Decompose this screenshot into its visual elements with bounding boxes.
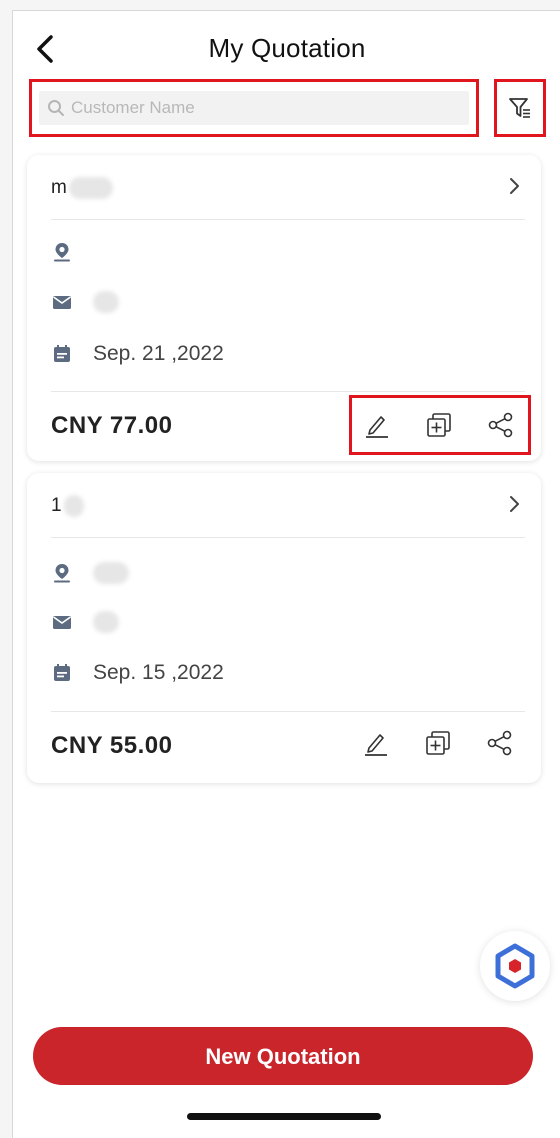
copy-add-icon <box>426 731 450 755</box>
customer-name: m <box>51 177 113 199</box>
floating-assistant-button[interactable] <box>480 931 550 1001</box>
hexagon-logo-icon <box>495 943 535 989</box>
edit-button[interactable] <box>361 728 391 758</box>
page-title: My Quotation <box>208 33 366 63</box>
card-header[interactable]: m <box>51 155 525 220</box>
search-bar <box>29 79 479 137</box>
action-group <box>345 712 525 782</box>
mail-icon <box>53 616 71 629</box>
redacted-text <box>68 177 113 199</box>
filter-button[interactable] <box>494 79 546 137</box>
header: My Quotation <box>13 11 560 81</box>
share-button[interactable] <box>486 410 516 440</box>
location-pin-icon <box>54 564 70 583</box>
calendar-icon <box>54 664 70 681</box>
address-row <box>51 237 73 267</box>
filter-icon <box>509 98 530 118</box>
quotation-card: m Sep. 21 ,2022 CNY 77.00 <box>27 155 541 461</box>
edit-button[interactable] <box>362 410 392 440</box>
calendar-icon <box>54 345 70 362</box>
quotation-price: CNY 77.00 <box>51 412 173 439</box>
copy-button[interactable] <box>424 410 454 440</box>
email-row <box>51 287 119 317</box>
chevron-right-icon <box>510 178 519 194</box>
copy-button[interactable] <box>423 728 453 758</box>
quotation-card: 1 Sep. 15 ,2022 CNY 55.00 <box>27 473 541 783</box>
pencil-icon <box>365 734 387 756</box>
quotation-date: Sep. 21 ,2022 <box>93 342 224 365</box>
redacted-text <box>93 562 129 584</box>
mail-icon <box>53 296 71 309</box>
date-row: Sep. 15 ,2022 <box>51 658 224 688</box>
search-box[interactable] <box>39 91 469 125</box>
redacted-text <box>93 611 119 633</box>
customer-name: 1 <box>51 495 84 517</box>
card-header[interactable]: 1 <box>51 473 525 538</box>
home-indicator <box>187 1113 381 1120</box>
quotation-price: CNY 55.00 <box>51 732 173 759</box>
new-quotation-button[interactable]: New Quotation <box>33 1027 533 1085</box>
card-footer: CNY 77.00 <box>51 391 531 462</box>
email-row <box>51 607 119 637</box>
redacted-text <box>63 495 84 517</box>
share-icon <box>487 730 512 756</box>
quotation-date: Sep. 15 ,2022 <box>93 661 224 684</box>
redacted-text <box>93 291 119 313</box>
location-pin-icon <box>54 243 70 262</box>
share-button[interactable] <box>485 728 515 758</box>
share-icon <box>488 412 513 438</box>
search-input[interactable] <box>71 98 431 118</box>
action-group <box>349 395 531 455</box>
chevron-right-icon <box>510 496 519 512</box>
card-footer: CNY 55.00 <box>51 711 525 782</box>
address-row <box>51 558 129 588</box>
search-icon <box>47 99 65 117</box>
app-screen: My Quotation m <box>12 10 560 1138</box>
date-row: Sep. 21 ,2022 <box>51 339 224 369</box>
pencil-icon <box>366 416 388 438</box>
copy-add-icon <box>427 413 451 437</box>
